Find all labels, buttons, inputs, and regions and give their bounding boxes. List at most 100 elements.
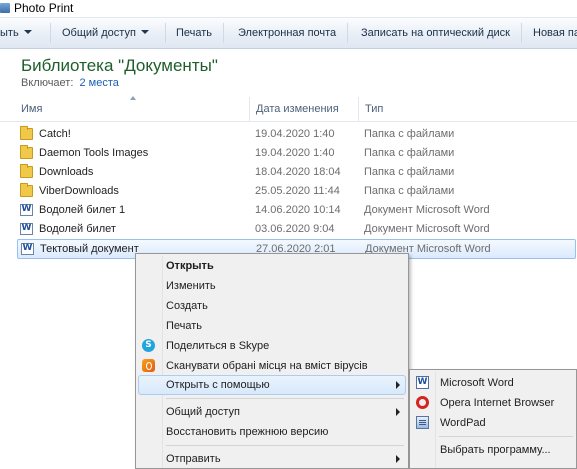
- menu-item-edit[interactable]: Изменить: [138, 276, 406, 296]
- column-divider[interactable]: [358, 97, 359, 121]
- menu-item-scan-viruses[interactable]: Сканувати обрані місця на вміст вірусів: [138, 356, 406, 376]
- file-type: Папка с файлами: [364, 185, 455, 197]
- opera-icon: [416, 396, 429, 409]
- word-doc-icon: [20, 204, 33, 216]
- submenu-arrow-icon: [396, 408, 400, 416]
- window-title: Photo Print: [14, 1, 74, 15]
- word-doc-icon: [21, 243, 34, 255]
- file-type: Папка с файлами: [364, 166, 455, 178]
- toolbar-share-label: Общий доступ: [62, 27, 136, 39]
- menu-item-print[interactable]: Печать: [138, 316, 406, 336]
- file-name: Downloads: [39, 166, 94, 178]
- file-row[interactable]: Водолей билет 1 14.06.2020 10:14 Докумен…: [17, 201, 576, 220]
- toolbar-print-button[interactable]: Печать: [176, 27, 212, 39]
- file-name: Тектовый документ: [40, 243, 139, 255]
- wordpad-icon: [416, 416, 429, 429]
- toolbar-email-button[interactable]: Электронная почта: [238, 27, 336, 39]
- file-row[interactable]: ViberDownloads 25.05.2020 11:44 Папка с …: [17, 182, 576, 201]
- chevron-down-icon: [23, 30, 32, 34]
- toolbar-burn-button[interactable]: Записать на оптический диск: [361, 27, 510, 39]
- toolbar-separator: [165, 23, 166, 43]
- menu-item-share[interactable]: Общий доступ: [138, 402, 406, 422]
- context-menu: Открыть Изменить Создать Печать S Подели…: [135, 253, 409, 469]
- toolbar-new-folder-button[interactable]: Новая па: [533, 27, 577, 39]
- column-header-date[interactable]: Дата изменения: [256, 103, 339, 115]
- sort-ascending-icon: [130, 96, 136, 100]
- file-type: Документ Microsoft Word: [364, 223, 490, 235]
- column-divider[interactable]: [249, 97, 250, 121]
- submenu-arrow-icon: [396, 455, 400, 463]
- open-with-submenu: W Microsoft Word Opera Internet Browser …: [409, 369, 577, 469]
- menu-item-label: Изменить: [166, 280, 216, 292]
- file-type: Папка с файлами: [364, 147, 455, 159]
- file-date: 14.06.2020 10:14: [255, 204, 341, 216]
- submenu-item-label: Microsoft Word: [440, 377, 514, 389]
- file-name: Водолей билет 1: [39, 204, 126, 216]
- title-bar: Photo Print: [0, 0, 577, 18]
- submenu-item-label: Opera Internet Browser: [440, 397, 555, 409]
- menu-item-label: Восстановить прежнюю версию: [166, 426, 329, 438]
- toolbar-separator: [223, 23, 224, 43]
- microsoft-word-icon: W: [416, 376, 429, 389]
- submenu-item-microsoft-word[interactable]: W Microsoft Word: [412, 373, 574, 393]
- toolbar-open-button[interactable]: ыть: [0, 27, 32, 39]
- folder-icon: [20, 164, 33, 178]
- file-row[interactable]: Daemon Tools Images 19.04.2020 1:40 Папк…: [17, 144, 576, 163]
- folder-icon: [20, 145, 33, 159]
- menu-separator: [166, 445, 404, 446]
- file-row[interactable]: Водолей билет 03.06.2020 9:04 Документ M…: [17, 220, 576, 239]
- submenu-arrow-icon: [396, 381, 400, 389]
- word-doc-icon: [20, 223, 33, 235]
- file-date: 25.05.2020 11:44: [255, 185, 340, 197]
- submenu-item-choose-program[interactable]: Выбрать программу...: [412, 440, 574, 460]
- includes-locations-link[interactable]: 2 места: [79, 77, 118, 89]
- file-name: Водолей билет: [39, 223, 116, 235]
- menu-separator: [166, 398, 404, 399]
- library-title: Библиотека "Документы": [21, 56, 218, 75]
- menu-item-create[interactable]: Создать: [138, 296, 406, 316]
- file-row[interactable]: Catch! 19.04.2020 1:40 Папка с файлами: [17, 125, 576, 144]
- submenu-item-opera[interactable]: Opera Internet Browser: [412, 393, 574, 413]
- file-name: Catch!: [39, 128, 71, 140]
- skype-icon: S: [142, 339, 155, 352]
- file-type: Папка с файлами: [364, 128, 455, 140]
- file-type: Документ Microsoft Word: [364, 204, 490, 216]
- column-header-row: Имя Дата изменения Тип: [0, 96, 577, 122]
- menu-item-label: Печать: [166, 320, 203, 332]
- menu-item-share-skype[interactable]: S Поделиться в Skype: [138, 336, 406, 356]
- menu-item-label: Отправить: [166, 453, 221, 465]
- toolbar-separator: [50, 23, 51, 43]
- library-includes: Включает: 2 места: [21, 77, 119, 89]
- menu-item-open-with[interactable]: Открыть с помощью: [138, 375, 406, 395]
- command-bar: ыть Общий доступ Печать Электронная почт…: [0, 18, 577, 49]
- chevron-down-icon: [140, 30, 149, 34]
- menu-item-restore-version[interactable]: Восстановить прежнюю версию: [138, 422, 406, 442]
- menu-item-label: Открыть с помощью: [166, 379, 270, 391]
- toolbar-open-label: ыть: [0, 27, 19, 39]
- file-name: ViberDownloads: [39, 185, 119, 197]
- folder-icon: [20, 126, 33, 140]
- folder-icon: [20, 183, 33, 197]
- includes-label: Включает:: [21, 77, 74, 89]
- toolbar-share-button[interactable]: Общий доступ: [62, 27, 149, 39]
- submenu-item-label: Выбрать программу...: [440, 444, 551, 456]
- file-date: 19.04.2020 1:40: [255, 147, 335, 159]
- submenu-item-wordpad[interactable]: WordPad: [412, 413, 574, 433]
- antivirus-icon: [142, 359, 155, 372]
- toolbar-separator: [521, 23, 522, 43]
- file-date: 19.04.2020 1:40: [255, 128, 335, 140]
- column-header-name[interactable]: Имя: [21, 103, 42, 115]
- menu-item-label: Поделиться в Skype: [166, 340, 270, 352]
- menu-item-label: Открыть: [166, 260, 214, 272]
- file-row[interactable]: Downloads 18.04.2020 18:04 Папка с файла…: [17, 163, 576, 182]
- file-name: Daemon Tools Images: [39, 147, 149, 159]
- submenu-item-label: WordPad: [440, 417, 486, 429]
- menu-separator: [439, 436, 573, 437]
- toolbar-separator: [347, 23, 348, 43]
- menu-item-open[interactable]: Открыть: [138, 256, 406, 276]
- menu-item-label: Создать: [166, 300, 208, 312]
- menu-item-send-to[interactable]: Отправить: [138, 449, 406, 469]
- column-header-type[interactable]: Тип: [365, 103, 383, 115]
- app-icon: [0, 3, 10, 13]
- menu-item-label: Сканувати обрані місця на вміст вірусів: [166, 360, 368, 372]
